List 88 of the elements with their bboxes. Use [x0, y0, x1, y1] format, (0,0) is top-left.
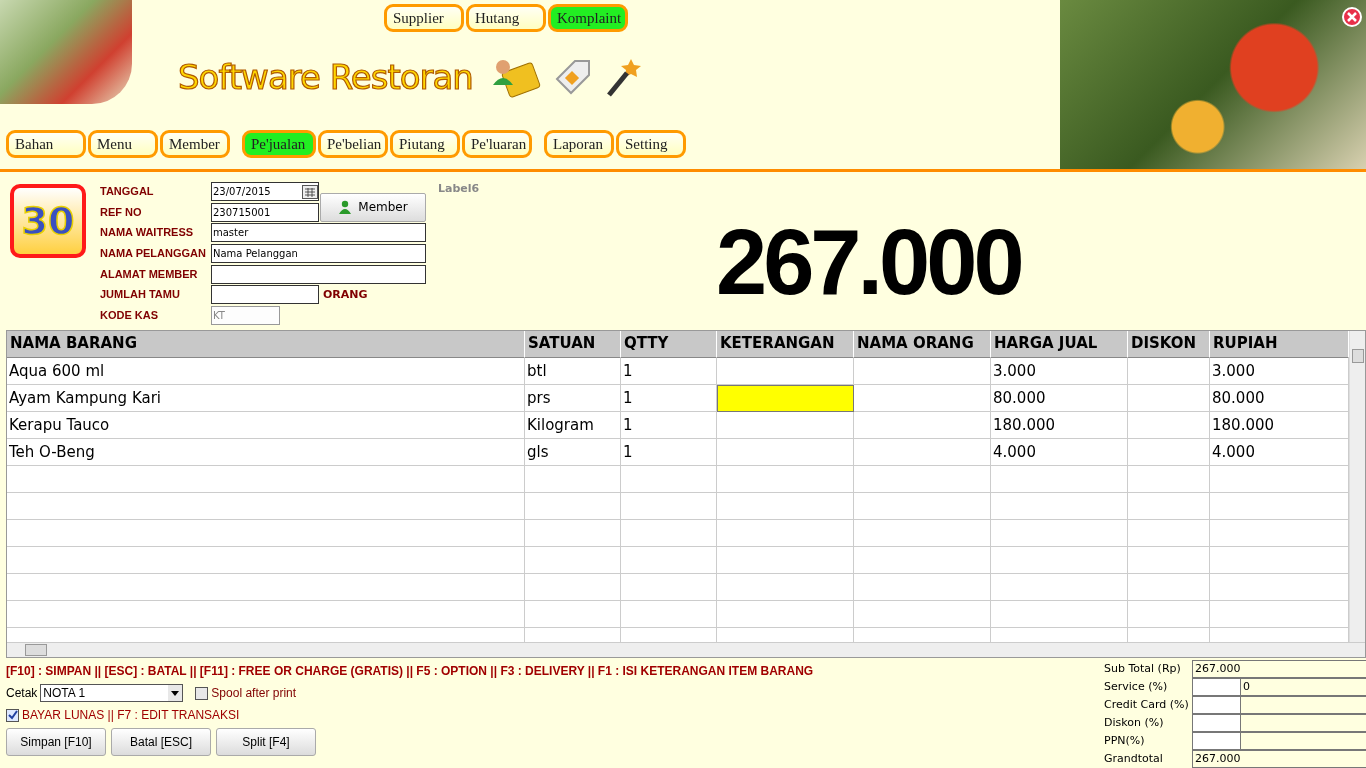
- table-cell: Ayam Kampung Kari: [7, 384, 525, 412]
- nav-tab[interactable]: Pe'luaran: [462, 130, 532, 158]
- checkbox[interactable]: [6, 708, 19, 722]
- nav-tab[interactable]: Piutang: [390, 130, 460, 158]
- column-header[interactable]: SATUAN: [525, 330, 621, 358]
- table-cell: 1: [621, 357, 717, 385]
- nav-tab[interactable]: Setting: [616, 130, 686, 158]
- nav-tab[interactable]: Laporan: [544, 130, 614, 158]
- summary-label: Service (%): [1103, 679, 1169, 695]
- vertical-scrollbar[interactable]: [1349, 330, 1365, 643]
- input-field[interactable]: [211, 285, 319, 305]
- member-button[interactable]: Member: [320, 192, 426, 222]
- action-button[interactable]: Batal [ESC]: [111, 728, 211, 756]
- table-cell: 3.000: [1210, 357, 1349, 385]
- top-tab[interactable]: Supplier: [384, 4, 464, 32]
- table-cell: Kilogram: [525, 411, 621, 439]
- column-header[interactable]: RUPIAH: [1210, 330, 1349, 358]
- column-header[interactable]: KETERANGAN: [717, 330, 854, 358]
- summary-label: Credit Card (%): [1103, 697, 1190, 713]
- table-cell: 4.000: [1210, 438, 1349, 466]
- summary-value: 267.000: [1192, 750, 1366, 768]
- day-badge: 30: [10, 184, 86, 258]
- table-cell: 4.000: [991, 438, 1128, 466]
- checkbox-label: BAYAR LUNAS || F7 : EDIT TRANSAKSI: [22, 708, 240, 722]
- top-tab[interactable]: Komplaint: [548, 4, 628, 32]
- print-label: Cetak: [6, 686, 38, 700]
- field-label: NAMA PELANGGAN: [100, 246, 207, 261]
- summary-label: Diskon (%): [1103, 715, 1165, 731]
- nav-tab[interactable]: Pe'belian: [318, 130, 388, 158]
- table-cell: Teh O-Beng: [7, 438, 525, 466]
- column-header[interactable]: QTTY: [621, 330, 717, 358]
- close-icon: [1347, 12, 1357, 22]
- table-cell: 3.000: [991, 357, 1128, 385]
- top-tab[interactable]: Hutang: [466, 4, 546, 32]
- logo-text: Software Restoran: [178, 57, 473, 97]
- placeholder-label: Label6: [438, 182, 481, 196]
- table-cell: 80.000: [991, 384, 1128, 412]
- input-field[interactable]: Nama Pelanggan: [211, 244, 426, 263]
- table-cell: Kerapu Tauco: [7, 411, 525, 439]
- column-header[interactable]: NAMA ORANG: [854, 330, 991, 358]
- field-label: JUMLAH TAMU: [100, 287, 181, 303]
- total-amount: 267.000: [716, 214, 1021, 310]
- nav-tab[interactable]: Member: [160, 130, 230, 158]
- table-cell: gls: [525, 438, 621, 466]
- nav-tab[interactable]: Bahan: [6, 130, 86, 158]
- input-field[interactable]: [211, 264, 426, 284]
- input-field[interactable]: master: [211, 223, 426, 243]
- date-field[interactable]: 23/07/2015: [211, 182, 319, 201]
- summary-field[interactable]: 0: [1192, 678, 1366, 696]
- table-cell: 1: [621, 384, 717, 412]
- summary-field[interactable]: [1192, 714, 1366, 732]
- table-cell: 1: [621, 411, 717, 439]
- checkbox[interactable]: [195, 686, 209, 700]
- table-cell: Aqua 600 ml: [7, 357, 525, 385]
- input-field[interactable]: 230715001: [211, 202, 319, 222]
- calendar-icon[interactable]: [302, 184, 318, 199]
- field-label: REF NO: [100, 204, 143, 220]
- action-button[interactable]: Simpan [F10]: [6, 728, 106, 756]
- close-button[interactable]: [1342, 7, 1362, 27]
- table-cell: 180.000: [991, 411, 1128, 439]
- field-label: TANGGAL: [100, 184, 155, 199]
- field-label: NAMA WAITRESS: [100, 225, 195, 241]
- field-label: ALAMAT MEMBER: [100, 266, 199, 282]
- column-header[interactable]: NAMA BARANG: [7, 330, 525, 358]
- table-cell: 180.000: [1210, 411, 1349, 439]
- horizontal-scrollbar[interactable]: [7, 642, 1365, 657]
- summary-label: PPN(%): [1103, 733, 1146, 749]
- checkbox-label: Spool after print: [211, 686, 297, 700]
- nav-tab[interactable]: Pe'jualan: [242, 130, 316, 158]
- field-label: KODE KAS: [100, 308, 160, 323]
- summary-field[interactable]: [1192, 732, 1366, 750]
- summary-label: Sub Total (Rp): [1103, 661, 1182, 677]
- person-icon: [338, 200, 353, 215]
- shortcut-hints: [F10] : SIMPAN || [ESC] : BATAL || [F11] : FREE OR CHARGE (GRATIS) || F5 : OPTION || F3 : DELIVERY || F1 : ISI KETERANGAN ITEM BARANG: [6, 664, 814, 678]
- nav-tab[interactable]: Menu: [88, 130, 158, 158]
- summary-field[interactable]: [1192, 696, 1366, 714]
- table-cell: btl: [525, 357, 621, 385]
- unit-label: ORANG: [323, 288, 368, 302]
- summary-label: Grandtotal: [1103, 751, 1164, 767]
- action-button[interactable]: Split [F4]: [216, 728, 316, 756]
- table-cell: 80.000: [1210, 384, 1349, 412]
- print-dropdown[interactable]: NOTA 1: [40, 684, 184, 702]
- magic-wand-icon: [604, 57, 641, 97]
- summary-value: 267.000: [1192, 660, 1366, 678]
- table-cell: 1: [621, 438, 717, 466]
- column-header[interactable]: HARGA JUAL: [991, 330, 1128, 358]
- table-cell: prs: [525, 384, 621, 412]
- column-header[interactable]: DISKON: [1128, 330, 1210, 358]
